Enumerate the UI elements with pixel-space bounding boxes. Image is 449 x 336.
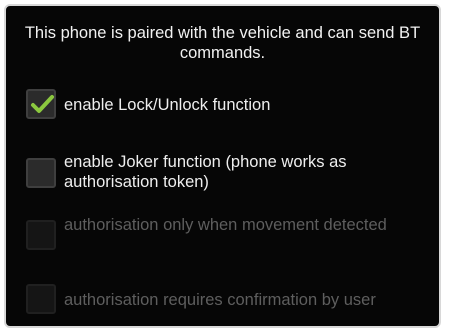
- dialog-message: This phone is paired with the vehicle an…: [24, 24, 421, 62]
- option-label: authorisation requires confirmation by u…: [64, 291, 376, 309]
- option-label: enable Joker function (phone works as au…: [64, 153, 347, 191]
- confirmation-checkbox: [26, 284, 56, 314]
- option-label: authorisation only when movement detecte…: [64, 216, 387, 234]
- bt-settings-dialog: This phone is paired with the vehicle an…: [4, 4, 441, 328]
- joker-checkbox[interactable]: [26, 158, 56, 188]
- lock-unlock-checkbox[interactable]: [26, 89, 56, 119]
- checkmark-icon: [31, 95, 54, 113]
- movement-checkbox: [26, 220, 56, 250]
- option-label: enable Lock/Unlock function: [64, 96, 271, 114]
